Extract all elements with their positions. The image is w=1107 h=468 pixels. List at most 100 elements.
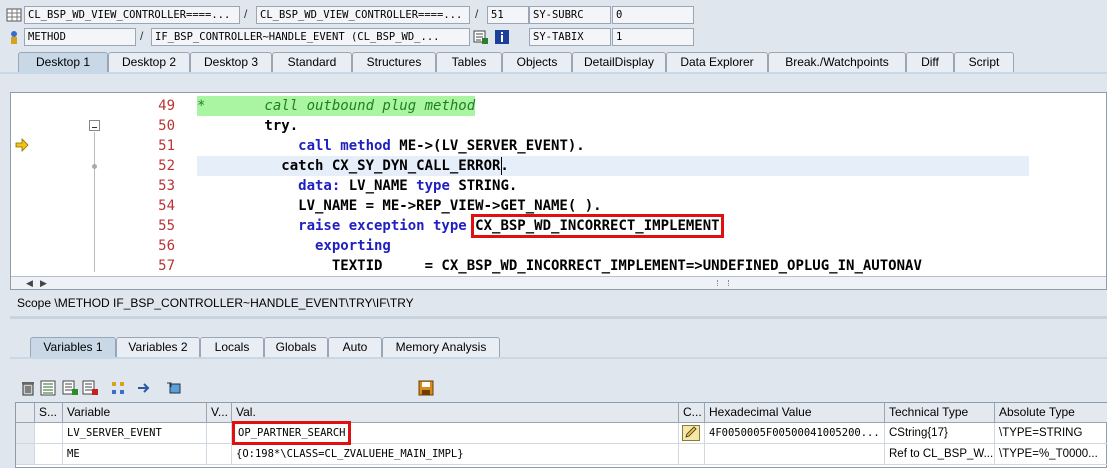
variable-value-cell[interactable]: OP_PARTNER_SEARCH xyxy=(231,421,679,445)
splitter[interactable] xyxy=(10,316,1107,319)
tab-auto[interactable]: Auto xyxy=(328,337,382,357)
info-row-2: METHOD / IF_BSP_CONTROLLER~HANDLE_EVENT … xyxy=(0,26,1107,48)
column-header-v[interactable]: V... xyxy=(207,403,232,423)
variable-value-cell[interactable]: {O:198*\CLASS=CL_ZVALUEHE_MAIN_IMPL} xyxy=(232,444,679,465)
code-line: 53 data: LV_NAME type STRING. xyxy=(103,176,1103,196)
tab-memory-analysis[interactable]: Memory Analysis xyxy=(382,337,500,357)
code-expression: CX_SY_DYN_CALL_ERROR. xyxy=(331,158,509,174)
row-selector[interactable] xyxy=(16,423,35,444)
table-cell xyxy=(35,444,63,465)
line-field[interactable]: 51 xyxy=(487,6,529,24)
tab-body-border xyxy=(10,357,1107,359)
code-line: 52 catch CX_SY_DYN_CALL_ERROR. xyxy=(103,156,1103,176)
horizontal-scrollbar[interactable]: ◀ ▶ xyxy=(11,276,1106,289)
highlighted-value: OP_PARTNER_SEARCH xyxy=(231,421,352,445)
code-keyword: raise exception type xyxy=(197,218,476,234)
tab-script[interactable]: Script xyxy=(954,52,1014,72)
line-number: 51 xyxy=(158,138,175,154)
column-header-c[interactable]: C... xyxy=(679,403,705,423)
code-text: raise exception type CX_BSP_WD_INCORRECT… xyxy=(197,214,724,238)
tab-variables-2[interactable]: Variables 2 xyxy=(116,337,200,357)
tab-tables[interactable]: Tables xyxy=(436,52,502,72)
method-icon xyxy=(6,29,22,45)
sysvar2-value-field[interactable]: 1 xyxy=(612,28,694,46)
code-area: 49 * call outbound plug method 50 try. 5… xyxy=(103,93,1106,277)
fold-line xyxy=(94,132,95,272)
tab-desktop-3[interactable]: Desktop 3 xyxy=(190,52,272,72)
text-cursor xyxy=(501,157,502,175)
scroll-left-icon[interactable]: ◀ xyxy=(23,277,36,289)
tab-diff[interactable]: Diff xyxy=(906,52,954,72)
tab-structures[interactable]: Structures xyxy=(352,52,436,72)
row-selector[interactable] xyxy=(16,444,35,465)
scope-path: Scope \METHOD IF_BSP_CONTROLLER~HANDLE_E… xyxy=(17,296,414,310)
variable-name-cell[interactable]: LV_SERVER_EVENT xyxy=(63,423,207,444)
technical-type-cell: Ref to CL_BSP_W... xyxy=(885,444,995,465)
column-header-variable[interactable]: Variable xyxy=(63,403,207,423)
code-line: 56 exporting xyxy=(103,236,1103,256)
source-code-editor[interactable]: 49 * call outbound plug method 50 try. 5… xyxy=(10,92,1107,290)
code-line: 57 TEXTID = CX_BSP_WD_INCORRECT_IMPLEMEN… xyxy=(103,256,1103,276)
line-number: 54 xyxy=(158,198,175,214)
edit-pencil-icon[interactable] xyxy=(682,425,700,441)
sysvar2-name-field[interactable]: SY-TABIX xyxy=(529,28,611,46)
code-text: LV_NAME = ME->REP_VIEW->GET_NAME( ). xyxy=(197,198,602,214)
tab-data-explorer[interactable]: Data Explorer xyxy=(666,52,768,72)
code-keyword: call method xyxy=(197,138,400,154)
scroll-right-icon[interactable]: ▶ xyxy=(37,277,50,289)
program-field[interactable]: CL_BSP_WD_VIEW_CONTROLLER====... xyxy=(24,6,240,24)
sysvar-value-field[interactable]: 0 xyxy=(612,6,694,24)
list-icon[interactable] xyxy=(40,380,56,396)
object-icon[interactable] xyxy=(166,380,182,396)
main-tabstrip: Desktop 1 Desktop 2 Desktop 3 Standard S… xyxy=(0,52,1107,72)
tab-body-border xyxy=(0,72,1107,74)
column-header-sel xyxy=(16,403,35,423)
code-text: call method ME->(LV_SERVER_EVENT). xyxy=(197,136,585,156)
variables-table: S... Variable V... Val. C... Hexadecimal… xyxy=(15,402,1107,468)
tab-standard[interactable]: Standard xyxy=(272,52,352,72)
include-field[interactable]: CL_BSP_WD_VIEW_CONTROLLER====... xyxy=(256,6,470,24)
tab-locals[interactable]: Locals xyxy=(200,337,264,357)
tab-detaildisplay[interactable]: DetailDisplay xyxy=(572,52,666,72)
sysvar-name-field[interactable]: SY-SUBRC xyxy=(529,6,611,24)
grid-icon xyxy=(6,7,22,23)
column-header-status[interactable]: S... xyxy=(35,403,63,423)
tab-desktop-1[interactable]: Desktop 1 xyxy=(18,52,108,72)
tab-variables-1[interactable]: Variables 1 xyxy=(30,337,116,357)
type-field[interactable]: METHOD xyxy=(24,28,136,46)
display-source-icon[interactable] xyxy=(473,29,489,45)
list-red-icon[interactable] xyxy=(82,380,98,396)
code-identifier: STRING. xyxy=(458,178,518,194)
highlighted-exception-class: CX_BSP_WD_INCORRECT_IMPLEMENT xyxy=(471,214,724,238)
save-icon[interactable] xyxy=(418,380,434,396)
scrollbar-grip[interactable] xyxy=(717,280,729,286)
code-text: try. xyxy=(197,118,299,134)
tab-globals[interactable]: Globals xyxy=(264,337,328,357)
column-header-technical-type[interactable]: Technical Type xyxy=(885,403,995,423)
column-header-value[interactable]: Val. xyxy=(232,403,679,423)
absolute-type-cell: \TYPE=STRING xyxy=(995,423,1107,444)
hex-value-cell[interactable]: 4F0050005F00500041005200... xyxy=(705,423,885,444)
hierarchy-icon[interactable] xyxy=(110,380,126,396)
variable-name-cell[interactable]: ME xyxy=(63,444,207,465)
delete-icon[interactable] xyxy=(20,380,36,396)
list-green-icon[interactable] xyxy=(62,380,78,396)
column-header-absolute-type[interactable]: Absolute Type xyxy=(995,403,1107,423)
code-keyword: type xyxy=(416,178,459,194)
tab-objects[interactable]: Objects xyxy=(502,52,572,72)
current-line-arrow-icon xyxy=(15,138,29,152)
method-name-field[interactable]: IF_BSP_CONTROLLER~HANDLE_EVENT (CL_BSP_W… xyxy=(151,28,470,46)
tab-break-watchpoints[interactable]: Break./Watchpoints xyxy=(768,52,906,72)
hex-value-cell[interactable] xyxy=(705,444,885,465)
separator: / xyxy=(140,29,144,43)
column-header-hex[interactable]: Hexadecimal Value xyxy=(705,403,885,423)
code-line: 54 LV_NAME = ME->REP_VIEW->GET_NAME( ). xyxy=(103,196,1103,216)
code-line: 50 try. xyxy=(103,116,1103,136)
info-icon[interactable] xyxy=(494,29,510,45)
collapse-block-icon[interactable] xyxy=(89,120,100,131)
code-keyword: data: xyxy=(197,178,349,194)
navigate-icon[interactable] xyxy=(136,380,152,396)
line-number: 53 xyxy=(158,178,175,194)
code-text: exporting xyxy=(197,238,391,254)
tab-desktop-2[interactable]: Desktop 2 xyxy=(108,52,190,72)
